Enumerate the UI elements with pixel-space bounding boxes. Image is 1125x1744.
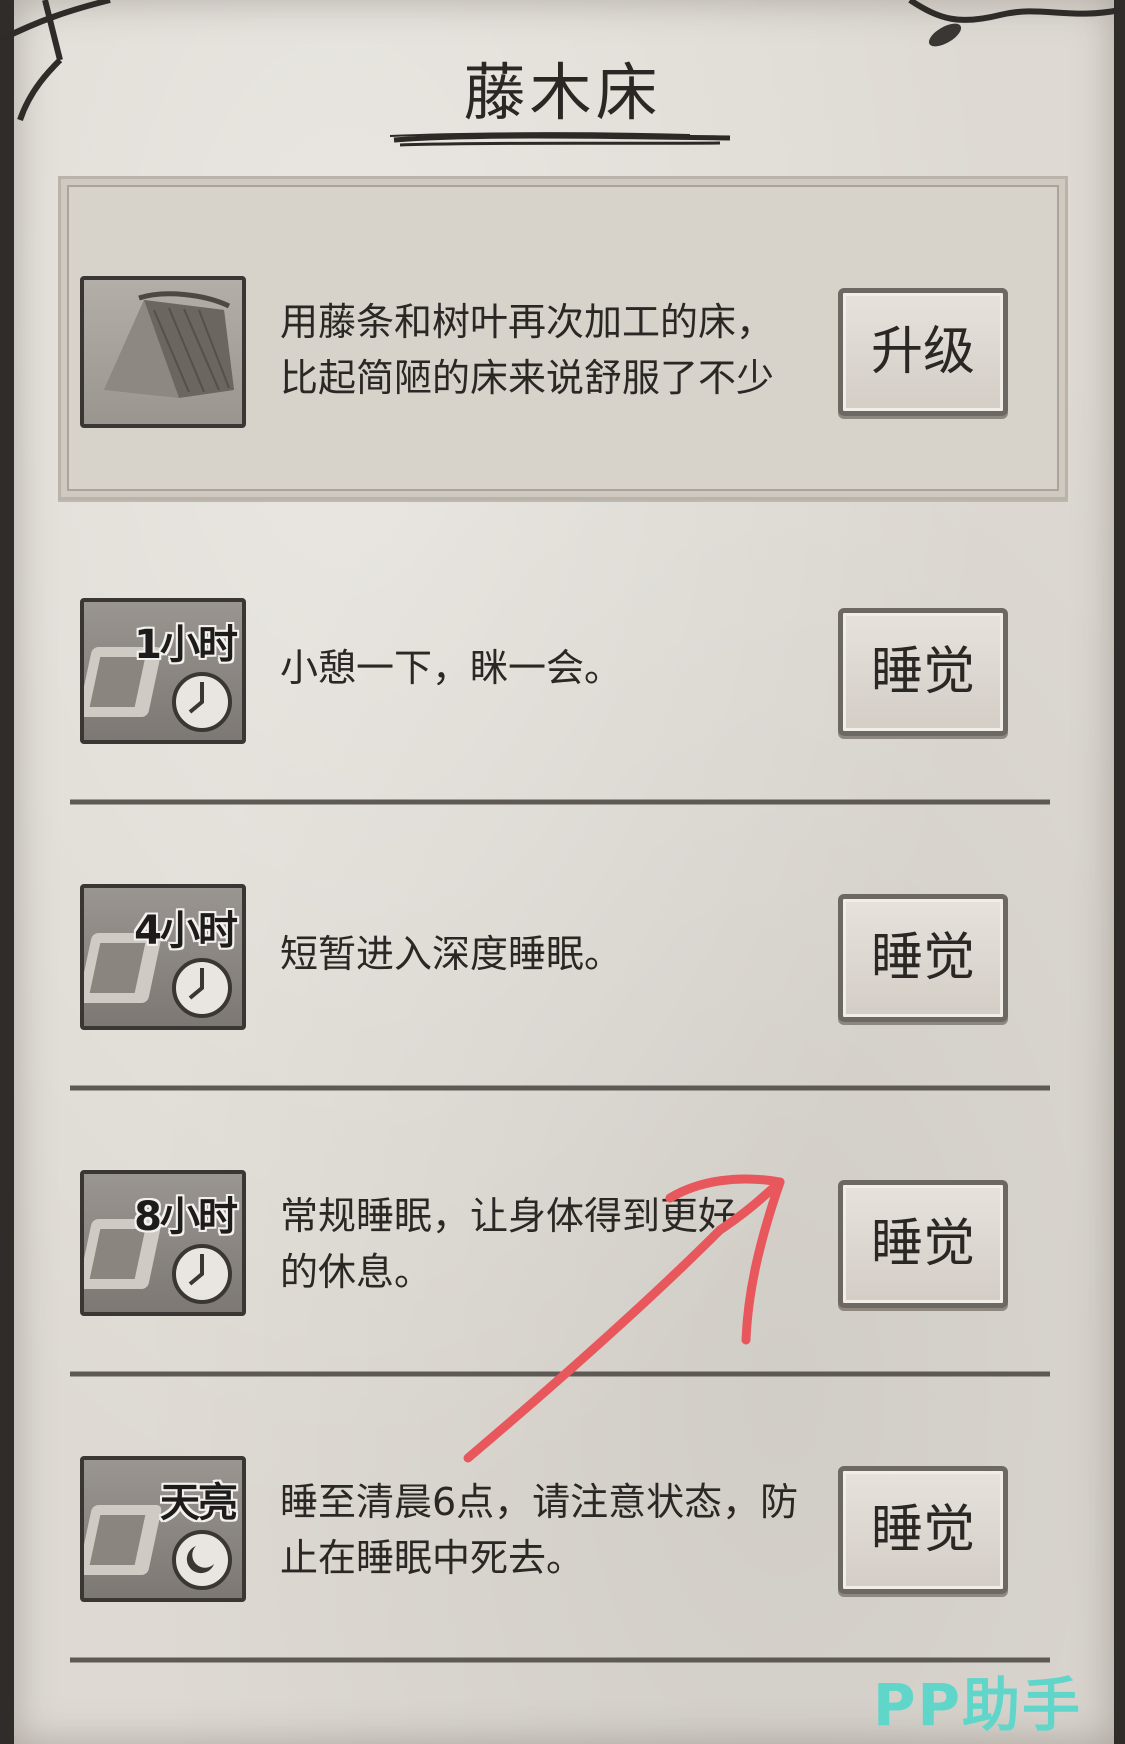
sleep-button-1h[interactable]: 睡觉 [838,608,1008,736]
sleep-button-4h[interactable]: 睡觉 [838,894,1008,1022]
bed-description: 用藤条和树叶再次加工的床，比起简陋的床来说舒服了不少 [280,300,775,400]
sleep-dawn-icon: 天亮 [80,1456,246,1602]
option-description: 小憩一下，眯一会。 [280,646,623,690]
divider [70,799,1050,805]
option-description: 短暂进入深度睡眠。 [280,932,623,976]
duration-badge: 8小时 [134,1194,238,1240]
duration-badge: 4小时 [134,908,238,954]
divider [70,1085,1050,1091]
option-description: 睡至清晨6点，请注意状态，防止在睡眠中死去。 [280,1480,799,1580]
sleep-8h-icon: 8小时 [80,1170,246,1316]
sleep-button-8h[interactable]: 睡觉 [838,1180,1008,1308]
duration-badge: 天亮 [160,1480,238,1526]
divider [70,1371,1050,1377]
sleep-4h-icon: 4小时 [80,884,246,1030]
duration-badge: 1小时 [134,622,238,668]
sleep-1h-icon: 1小时 [80,598,246,744]
sleep-button-dawn[interactable]: 睡觉 [838,1466,1008,1594]
right-frame [1115,0,1125,1744]
watermark: PP助手 [873,1671,1083,1739]
page-title: 藤木床 [463,56,662,129]
title-underline [390,132,731,147]
upgrade-button[interactable]: 升级 [838,288,1008,416]
option-description: 常规睡眠，让身体得到更好的休息。 [280,1194,737,1294]
thatch-bed-icon [80,276,246,428]
